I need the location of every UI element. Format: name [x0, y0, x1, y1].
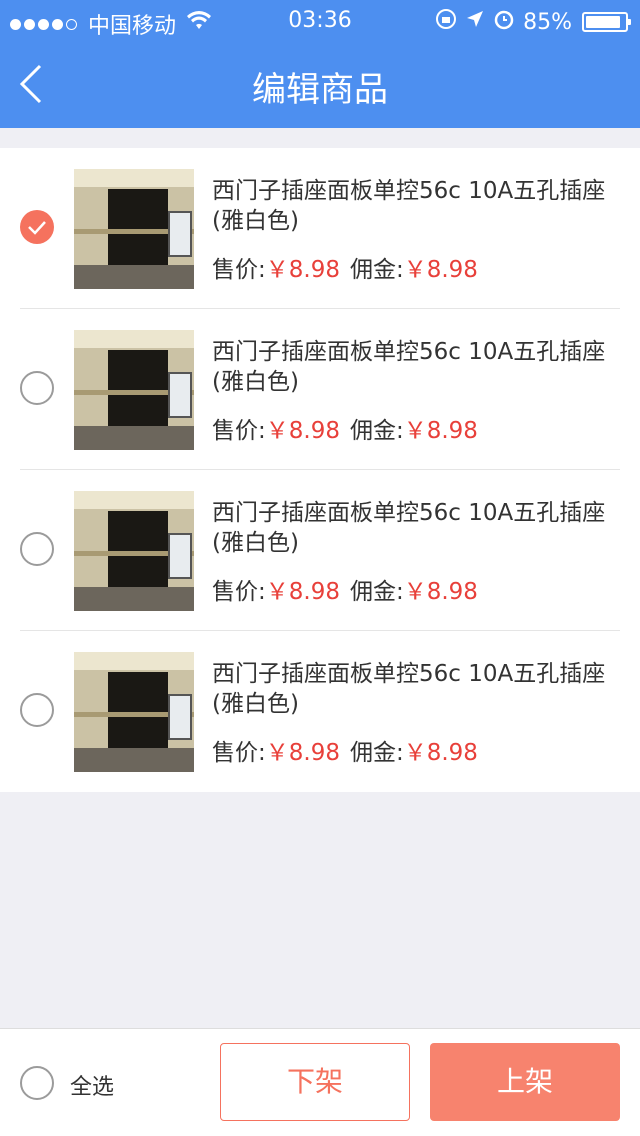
commission-value: ￥8.98 — [403, 418, 478, 444]
unlist-button[interactable]: 下架 — [220, 1043, 410, 1121]
product-name: 西门子插座面板单控56c 10A五孔插座(雅白色) — [212, 661, 606, 717]
price-value: ￥8.98 — [265, 257, 340, 283]
commission-label: 佣金: — [349, 579, 404, 605]
list-button[interactable]: 上架 — [430, 1043, 620, 1121]
product-row[interactable]: 西门子插座面板单控56c 10A五孔插座(雅白色) 售价:￥8.98 佣金:￥8.… — [0, 470, 640, 631]
commission-value: ￥8.98 — [403, 740, 478, 766]
product-row[interactable]: 西门子插座面板单控56c 10A五孔插座(雅白色) 售价:￥8.98 佣金:￥8.… — [0, 148, 640, 309]
price-value: ￥8.98 — [265, 418, 340, 444]
product-image — [74, 652, 194, 772]
product-list: 西门子插座面板单控56c 10A五孔插座(雅白色) 售价:￥8.98 佣金:￥8.… — [0, 148, 640, 792]
checkmark-icon — [28, 221, 46, 235]
commission-label: 佣金: — [349, 418, 404, 444]
product-name: 西门子插座面板单控56c 10A五孔插座(雅白色) — [212, 500, 606, 556]
alarm-icon — [493, 8, 515, 36]
price-value: ￥8.98 — [265, 740, 340, 766]
battery-icon — [582, 12, 631, 32]
price-label: 售价: — [212, 740, 266, 766]
status-bar: 中国移动 03:36 85% — [0, 0, 640, 40]
battery-fill — [586, 16, 621, 28]
product-price-line: 售价:￥8.98 佣金:￥8.98 — [212, 572, 478, 606]
product-image — [74, 330, 194, 450]
commission-label: 佣金: — [349, 740, 404, 766]
page-title: 编辑商品 — [252, 70, 388, 110]
navigation-header: 中国移动 03:36 85% 编辑商品 — [0, 0, 640, 128]
location-arrow-icon — [465, 9, 485, 35]
product-price-line: 售价:￥8.98 佣金:￥8.98 — [212, 411, 478, 445]
product-row[interactable]: 西门子插座面板单控56c 10A五孔插座(雅白色) 售价:￥8.98 佣金:￥8.… — [0, 309, 640, 470]
product-checkbox[interactable] — [20, 210, 54, 244]
price-label: 售价: — [212, 579, 266, 605]
product-name: 西门子插座面板单控56c 10A五孔插座(雅白色) — [212, 178, 606, 234]
battery-percent: 85% — [523, 9, 572, 35]
commission-value: ￥8.98 — [403, 579, 478, 605]
product-row[interactable]: 西门子插座面板单控56c 10A五孔插座(雅白色) 售价:￥8.98 佣金:￥8.… — [0, 631, 640, 792]
product-image — [74, 169, 194, 289]
product-image — [74, 491, 194, 611]
rotation-lock-icon — [435, 8, 457, 36]
commission-value: ￥8.98 — [403, 257, 478, 283]
product-checkbox[interactable] — [20, 532, 54, 566]
price-label: 售价: — [212, 257, 266, 283]
product-checkbox[interactable] — [20, 693, 54, 727]
status-right: 85% — [427, 8, 631, 36]
price-label: 售价: — [212, 418, 266, 444]
product-price-line: 售价:￥8.98 佣金:￥8.98 — [212, 733, 478, 767]
product-name: 西门子插座面板单控56c 10A五孔插座(雅白色) — [212, 339, 606, 395]
bottom-action-bar: 全选 下架 上架 — [0, 1028, 640, 1136]
commission-label: 佣金: — [349, 257, 404, 283]
price-value: ￥8.98 — [265, 579, 340, 605]
product-price-line: 售价:￥8.98 佣金:￥8.98 — [212, 250, 478, 284]
select-all-label[interactable]: 全选 — [70, 1069, 114, 1101]
product-checkbox[interactable] — [20, 371, 54, 405]
select-all-checkbox[interactable] — [20, 1066, 54, 1100]
